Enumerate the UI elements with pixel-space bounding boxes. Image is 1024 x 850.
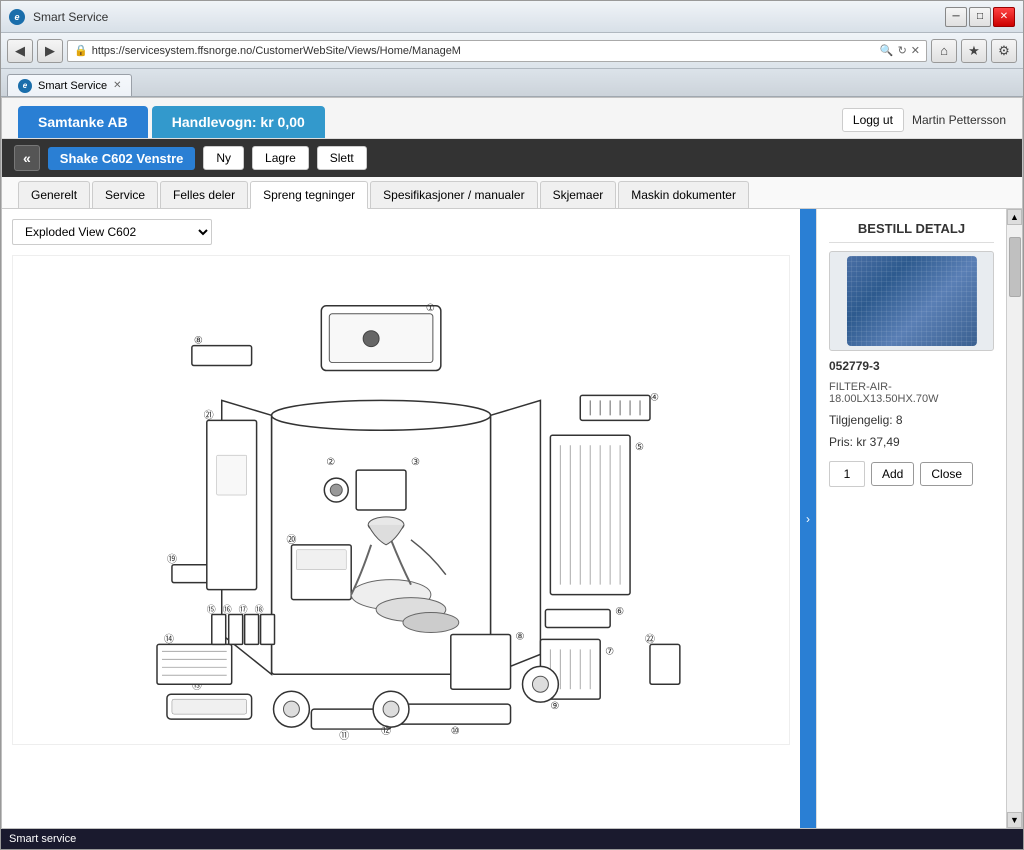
tab-generelt[interactable]: Generelt: [18, 181, 90, 208]
svg-text:②: ②: [326, 457, 335, 468]
svg-text:③: ③: [411, 457, 420, 468]
filter-image: [847, 256, 977, 346]
status-bar: Smart service: [1, 829, 1023, 849]
main-area: Exploded View C602: [2, 209, 1022, 828]
svg-text:⑥: ⑥: [615, 607, 624, 618]
svg-text:④: ④: [650, 392, 659, 403]
url-text: https://servicesystem.ffsnorge.no/Custom…: [92, 45, 876, 57]
tab-skjemaer[interactable]: Skjemaer: [540, 181, 617, 208]
exploded-diagram-svg: ① ② ③: [13, 256, 789, 744]
close-button[interactable]: ✕: [993, 7, 1015, 27]
product-name: FILTER-AIR-18.00LX13.50HX.70W: [829, 381, 994, 405]
address-icons: 🔍 ↻ ✕: [880, 44, 920, 57]
svg-text:⑦: ⑦: [605, 646, 614, 657]
machine-nav: « Shake C602 Venstre Ny Lagre Slett: [2, 139, 1022, 177]
new-button[interactable]: Ny: [203, 146, 244, 170]
svg-text:⑩: ⑩: [451, 726, 460, 737]
svg-text:㉒: ㉒: [645, 633, 655, 645]
tab-ie-logo: e: [18, 79, 32, 93]
order-row: Add Close: [829, 461, 994, 487]
lock-icon: 🔒: [74, 44, 88, 57]
favorites-button[interactable]: ★: [961, 39, 987, 63]
save-button[interactable]: Lagre: [252, 146, 309, 170]
title-bar-buttons: ─ □ ✕: [945, 7, 1015, 27]
tab-close-icon[interactable]: ✕: [113, 80, 121, 91]
close-panel-button[interactable]: Close: [920, 462, 973, 486]
top-header: Samtanke AB Handlevogn: kr 0,00 Logg ut …: [2, 98, 1022, 139]
x-icon[interactable]: ✕: [911, 44, 920, 57]
maximize-button[interactable]: □: [969, 7, 991, 27]
availability-label: Tilgjengelig: 8: [829, 413, 994, 427]
address-bar[interactable]: 🔒 https://servicesystem.ffsnorge.no/Cust…: [67, 40, 927, 62]
title-bar: e Smart Service ─ □ ✕: [1, 1, 1023, 33]
svg-text:⑤: ⑤: [635, 442, 644, 453]
svg-text:⑧: ⑧: [194, 336, 203, 347]
page-content: Samtanke AB Handlevogn: kr 0,00 Logg ut …: [1, 97, 1023, 829]
tab-felles-deler[interactable]: Felles deler: [160, 181, 248, 208]
svg-text:⑫: ⑫: [381, 725, 391, 737]
svg-text:①: ①: [426, 303, 435, 314]
home-button[interactable]: ⌂: [931, 39, 957, 63]
content-tabs: Generelt Service Felles deler Spreng teg…: [2, 177, 1022, 209]
svg-text:⑮: ⑮: [207, 605, 216, 615]
scrollbar: ▲ ▼: [1006, 209, 1022, 828]
scroll-track[interactable]: [1007, 225, 1022, 812]
svg-text:⑧: ⑧: [516, 631, 525, 642]
svg-text:⑲: ⑲: [167, 554, 177, 566]
svg-text:⑳: ⑳: [286, 534, 296, 546]
product-image: [829, 251, 994, 351]
price-label: Pris: kr 37,49: [829, 435, 994, 449]
view-select[interactable]: Exploded View C602: [12, 219, 212, 245]
add-button[interactable]: Add: [871, 462, 914, 486]
svg-text:㉑: ㉑: [204, 409, 214, 421]
panel-toggle[interactable]: ›: [800, 209, 816, 828]
cart-tab[interactable]: Handlevogn: kr 0,00: [152, 106, 325, 138]
tab-spesifikasjoner[interactable]: Spesifikasjoner / manualer: [370, 181, 537, 208]
toggle-chevron-icon: ›: [806, 512, 810, 526]
svg-text:⑭: ⑭: [164, 633, 174, 645]
scroll-down-button[interactable]: ▼: [1007, 812, 1022, 828]
svg-text:⑱: ⑱: [255, 605, 264, 615]
search-icon[interactable]: 🔍: [880, 44, 894, 57]
tab-maskin-dokumenter[interactable]: Maskin dokumenter: [618, 181, 749, 208]
machine-name-label: Shake C602 Venstre: [48, 147, 196, 170]
diagram-container: ① ② ③: [12, 255, 790, 745]
forward-button[interactable]: ▶: [37, 39, 63, 63]
tab-spreng-tegninger[interactable]: Spreng tegninger: [250, 181, 368, 209]
nav-bar: ◀ ▶ 🔒 https://servicesystem.ffsnorge.no/…: [1, 33, 1023, 69]
ie-logo: e: [9, 9, 25, 25]
svg-text:⑨: ⑨: [550, 701, 559, 712]
back-machine-button[interactable]: «: [14, 145, 40, 171]
tab-service[interactable]: Service: [92, 181, 158, 208]
scroll-thumb[interactable]: [1009, 237, 1021, 297]
scroll-up-button[interactable]: ▲: [1007, 209, 1022, 225]
company-tab[interactable]: Samtanke AB: [18, 106, 148, 138]
username-label: Martin Pettersson: [912, 113, 1006, 127]
browser-title: Smart Service: [33, 10, 108, 24]
refresh-icon[interactable]: ↻: [898, 44, 907, 57]
quantity-input[interactable]: [829, 461, 865, 487]
svg-text:⑰: ⑰: [239, 605, 248, 615]
diagram-area: Exploded View C602: [2, 209, 800, 828]
dropdown-row: Exploded View C602: [12, 219, 790, 245]
browser-tab-active[interactable]: e Smart Service ✕: [7, 74, 132, 96]
status-text: Smart service: [9, 833, 76, 845]
product-code: 052779-3: [829, 359, 994, 373]
back-button[interactable]: ◀: [7, 39, 33, 63]
svg-text:⑪: ⑪: [339, 730, 349, 742]
minimize-button[interactable]: ─: [945, 7, 967, 27]
tab-label: Smart Service: [38, 80, 107, 92]
logout-area: Logg ut Martin Pettersson: [842, 108, 1006, 138]
delete-button[interactable]: Slett: [317, 146, 367, 170]
panel-title: BESTILL DETALJ: [829, 221, 994, 243]
settings-button[interactable]: ⚙: [991, 39, 1017, 63]
svg-text:⑯: ⑯: [223, 605, 232, 615]
browser-tab-bar: e Smart Service ✕: [1, 69, 1023, 97]
right-panel: BESTILL DETALJ 052779-3 FILTER-AIR-18.00…: [816, 209, 1006, 828]
logout-button[interactable]: Logg ut: [842, 108, 904, 132]
browser-window: e Smart Service ─ □ ✕ ◀ ▶ 🔒 https://serv…: [0, 0, 1024, 850]
